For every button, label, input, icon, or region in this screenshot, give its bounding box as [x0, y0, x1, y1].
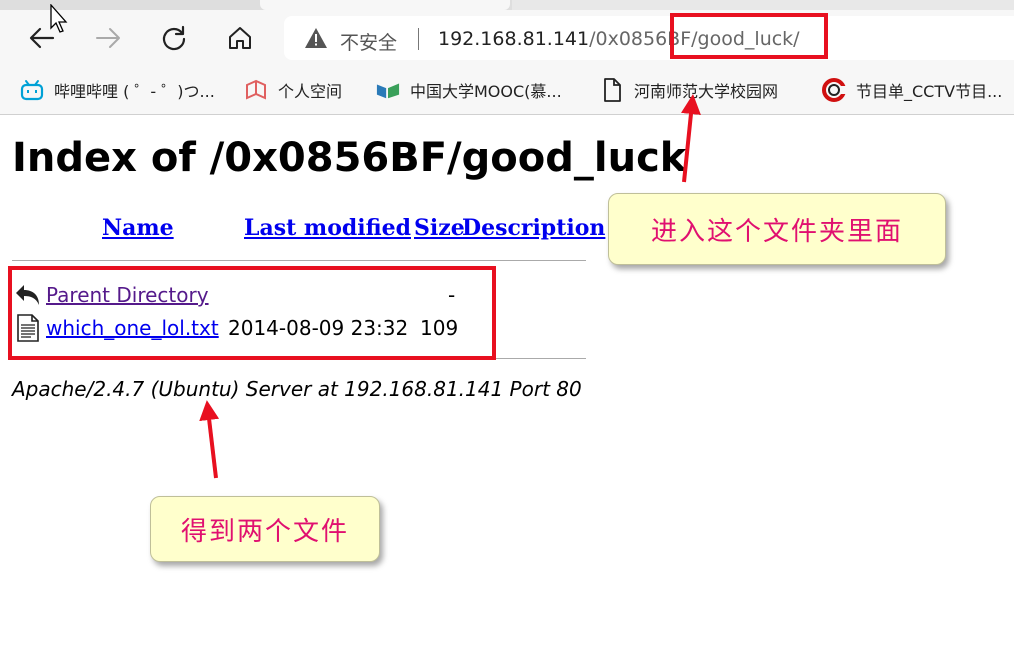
column-header-last-modified[interactable]: Last modified — [244, 215, 411, 241]
bookmark-label: 个人空间 — [278, 82, 343, 101]
tab-other[interactable] — [512, 0, 1014, 10]
security-label[interactable]: 不安全 — [340, 28, 397, 55]
files-highlight-box — [8, 266, 496, 360]
mouse-cursor-icon — [50, 4, 68, 33]
bookmark-cctv[interactable]: 节目单_CCTV节目... — [822, 76, 1002, 104]
cctv-icon — [822, 78, 846, 102]
server-footer: Apache/2.4.7 (Ubuntu) Server at 192.168.… — [12, 377, 582, 401]
page-icon — [600, 78, 624, 102]
address-bar[interactable]: 不安全 192.168.81.141/0x0856BF/good_luck/ — [284, 16, 1014, 60]
address-separator — [418, 28, 419, 50]
warning-icon[interactable] — [304, 27, 328, 49]
page-title: Index of /0x0856BF/good_luck — [12, 135, 687, 181]
forward-icon — [96, 28, 120, 48]
tab-strip — [0, 0, 1014, 10]
bookmark-henan-normal[interactable]: 河南师范大学校园网 — [600, 76, 778, 104]
reload-icon — [162, 25, 186, 51]
url-highlight-box — [670, 13, 828, 59]
reload-button[interactable] — [154, 18, 194, 58]
browser-toolbar: 不安全 192.168.81.141/0x0856BF/good_luck/ — [0, 10, 1014, 68]
tab-active[interactable] — [260, 0, 510, 10]
bookmark-personal-space[interactable]: 个人空间 — [244, 76, 342, 104]
bookmark-label: 中国大学MOOC(慕... — [410, 82, 562, 101]
bookmark-bilibili[interactable]: 哔哩哔哩 ( ゜- ゜)つ... — [20, 76, 215, 104]
column-header-description[interactable]: Description — [462, 215, 605, 241]
url-host: 192.168.81.141 — [438, 28, 590, 50]
mooc-icon — [376, 78, 400, 102]
forward-button[interactable] — [88, 18, 128, 58]
note-two-files: 得到两个文件 — [150, 496, 380, 562]
divider-top — [12, 260, 586, 261]
space-icon — [244, 78, 268, 102]
home-icon — [229, 27, 251, 49]
bilibili-icon — [20, 78, 44, 102]
bookmark-label: 节目单_CCTV节目... — [856, 82, 1003, 101]
bookmark-mooc[interactable]: 中国大学MOOC(慕... — [376, 76, 562, 104]
note-enter-folder: 进入这个文件夹里面 — [608, 193, 946, 265]
home-button[interactable] — [220, 18, 260, 58]
bookmark-label: 哔哩哔哩 ( ゜- ゜)つ... — [54, 82, 215, 101]
column-header-size[interactable]: Size — [414, 215, 465, 241]
column-header-name[interactable]: Name — [102, 215, 174, 241]
bookmark-label: 河南师范大学校园网 — [634, 82, 779, 101]
bookmarks-bar: 哔哩哔哩 ( ゜- ゜)つ... 个人空间 中国大学MOOC(慕... 河南师范… — [0, 68, 1014, 115]
